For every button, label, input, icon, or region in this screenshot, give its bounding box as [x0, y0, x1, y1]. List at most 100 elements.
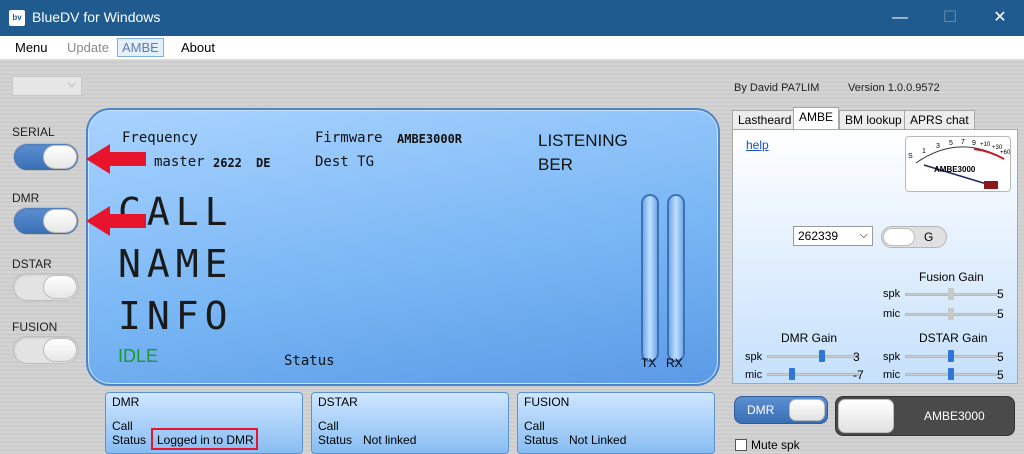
port-combo[interactable]: ⌵ — [12, 76, 82, 96]
ambe3000-label: AMBE3000 — [924, 409, 985, 423]
help-link[interactable]: help — [746, 138, 769, 152]
tx-level-bar — [641, 194, 659, 362]
mute-spk-checkbox[interactable]: Mute spk — [735, 438, 800, 452]
fusion-mode-toggle[interactable] — [13, 336, 79, 364]
close-button[interactable]: ✕ — [980, 6, 1020, 30]
ambe3000-toggle[interactable]: AMBE3000 — [835, 396, 1015, 436]
menu-bar: Menu Update AMBE About — [0, 36, 1024, 60]
fusion-mic-value: 5 — [997, 307, 1004, 321]
fusion-spk-value: 5 — [997, 287, 1004, 301]
fusion-mic-slider[interactable] — [905, 308, 997, 320]
dmr-spk-slider[interactable] — [767, 350, 859, 362]
master-label: master — [154, 154, 205, 170]
status-label: Status — [112, 433, 147, 447]
menu-item-menu[interactable]: Menu — [15, 40, 48, 55]
dmr-mic-slider[interactable] — [767, 368, 859, 380]
combo-value: 262339 — [798, 229, 839, 243]
dmr-mic-label: mic — [745, 369, 763, 381]
meter-scale-mark: +10 — [980, 142, 991, 148]
checkbox-box[interactable] — [735, 439, 747, 451]
dstar-spk-label: spk — [883, 351, 901, 363]
tab-aprs-chat[interactable]: APRS chat — [904, 110, 975, 130]
red-arrow-icon — [86, 144, 146, 174]
g-label: G — [924, 230, 934, 244]
fusion-spk-label: spk — [883, 288, 901, 300]
slider-thumb[interactable] — [948, 288, 954, 300]
red-arrow-icon — [86, 206, 146, 236]
firmware-value: AMBE3000R — [397, 132, 463, 146]
dmr-gain-title: DMR Gain — [781, 331, 838, 345]
mode-title: DMR — [112, 395, 140, 409]
minimize-button[interactable]: — — [880, 6, 920, 30]
g-toggle[interactable]: G — [881, 226, 947, 248]
meter-label: AMBE3000 — [934, 165, 976, 174]
tx-label: TX — [641, 356, 657, 370]
dmr-mode-toggle[interactable] — [13, 207, 79, 235]
master-value: 2622 — [213, 156, 242, 170]
slider-thumb[interactable] — [948, 308, 954, 320]
meter-scale-mark: 5 — [949, 140, 953, 147]
window-title: BlueDV for Windows — [32, 9, 161, 25]
maximize-button[interactable]: ☐ — [930, 6, 970, 30]
tab-bm-lookup[interactable]: BM lookup — [839, 110, 908, 130]
rx-label: RX — [666, 356, 683, 370]
dstar-spk-slider[interactable] — [905, 350, 997, 362]
slider-thumb[interactable] — [789, 368, 795, 380]
firmware-label: Firmware — [315, 130, 383, 146]
slider-thumb[interactable] — [948, 350, 954, 362]
status-value: Not linked — [363, 433, 417, 447]
toggle-knob — [43, 209, 77, 233]
fusion-gain-title: Fusion Gain — [919, 270, 984, 284]
idle-status: IDLE — [118, 346, 159, 366]
name-field: NAME — [118, 242, 234, 286]
toggle-knob — [43, 338, 77, 362]
menu-item-ambe[interactable]: AMBE — [117, 38, 164, 57]
dmr-id-combo[interactable]: 262339 ⌵ — [793, 226, 873, 246]
mute-spk-label: Mute spk — [751, 438, 800, 452]
dstar-spk-value: 5 — [997, 350, 1004, 364]
dstar-mode-toggle[interactable] — [13, 273, 79, 301]
ber-label: BER — [538, 155, 573, 174]
status-label: Status — [284, 353, 335, 369]
dmr-label: DMR — [12, 191, 40, 205]
meter-scale-mark: S — [908, 153, 913, 160]
slider-thumb[interactable] — [948, 368, 954, 380]
listening-label: LISTENING — [538, 131, 628, 150]
serial-label: SERIAL — [12, 125, 55, 139]
dstar-mic-label: mic — [883, 369, 901, 381]
chevron-down-icon: ⌵ — [859, 229, 868, 241]
dmr-toggle[interactable]: DMR — [734, 396, 828, 424]
dest-tg-label: Dest TG — [315, 154, 375, 170]
dstar-mic-slider[interactable] — [905, 368, 997, 380]
status-label: Status — [524, 433, 559, 447]
rx-level-bar — [667, 194, 685, 362]
dmr-spk-label: spk — [745, 351, 763, 363]
chevron-down-icon: ⌵ — [67, 78, 76, 90]
call-label: Call — [524, 419, 545, 433]
mode-title: FUSION — [524, 395, 570, 409]
fusion-spk-slider[interactable] — [905, 288, 997, 300]
meter-scale-mark: 9 — [972, 140, 976, 147]
mode-title: DSTAR — [318, 395, 358, 409]
fusion-label: FUSION — [12, 320, 58, 334]
dstar-label: DSTAR — [12, 257, 52, 271]
app-icon: bv — [9, 10, 25, 26]
master-suffix: DE — [256, 156, 271, 170]
menu-item-about[interactable]: About — [181, 40, 215, 55]
meter-scale-mark: +60 — [1000, 150, 1011, 156]
signal-meter: S 1 3 5 7 9 +10 +30 +60 AMBE3000 — [905, 136, 1011, 192]
meter-scale-mark: 1 — [922, 148, 926, 155]
slider-thumb[interactable] — [819, 350, 825, 362]
fusion-mic-label: mic — [883, 308, 901, 320]
tab-lastheard[interactable]: Lastheard — [732, 110, 798, 130]
dmr-mic-value: -7 — [853, 368, 864, 382]
menu-item-update[interactable]: Update — [67, 40, 109, 55]
toggle-knob — [883, 228, 915, 246]
status-value: Not Linked — [569, 433, 627, 447]
dstar-status-box: DSTAR Call Status Not linked — [311, 392, 509, 454]
serial-toggle[interactable] — [13, 143, 79, 171]
tab-ambe[interactable]: AMBE — [793, 107, 840, 130]
call-label: Call — [318, 419, 339, 433]
ambe-panel: help S 1 3 5 7 9 +10 +30 +60 AMBE3000 26… — [732, 129, 1018, 384]
dstar-mic-value: 5 — [997, 368, 1004, 382]
